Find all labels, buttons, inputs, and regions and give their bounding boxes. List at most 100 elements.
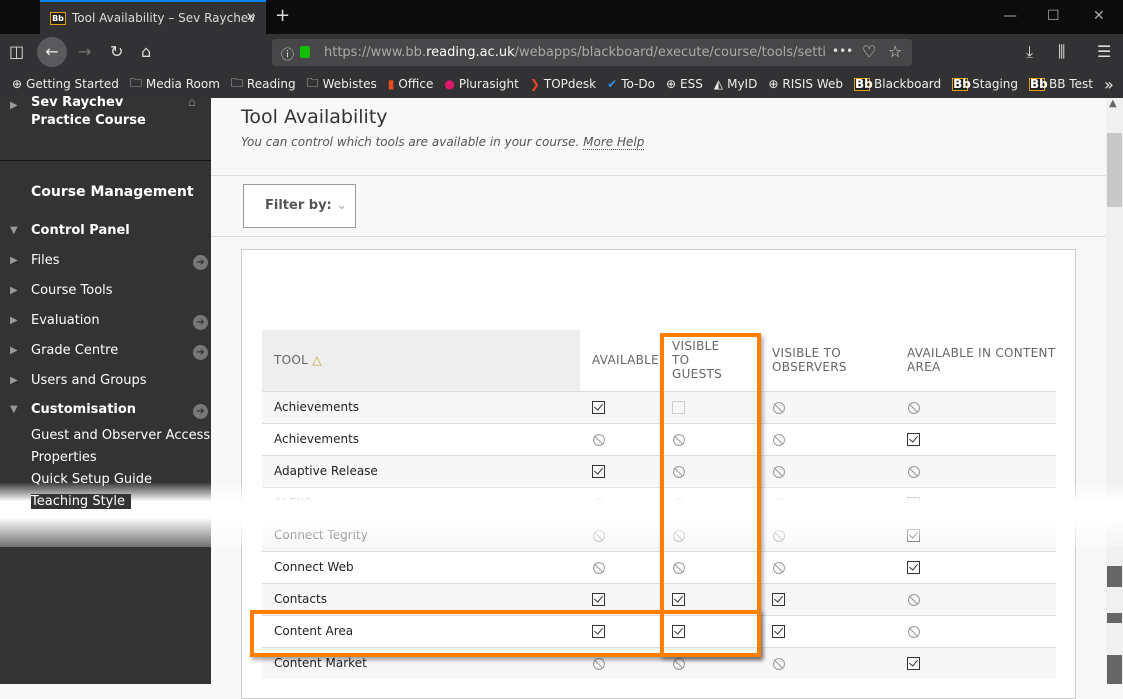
arrow-circle-icon[interactable]: ➔ <box>193 255 208 270</box>
office-icon: ▮ <box>387 77 395 91</box>
header-content-area: AVAILABLE IN CONTENT AREA <box>907 346 1056 375</box>
globe-icon: ⊕ <box>665 77 677 91</box>
setting-cell <box>895 390 1056 423</box>
browser-tab[interactable]: Bb Tool Availability – Sev Raychev ✕ <box>40 0 266 34</box>
home-icon[interactable]: ⌂ <box>141 42 151 61</box>
sidebar-item-evaluation[interactable]: Evaluation <box>31 313 100 328</box>
bookmark-label: ESS <box>680 77 703 91</box>
star-icon[interactable]: ☆ <box>888 42 902 61</box>
library-icon[interactable]: ⫼ <box>1058 42 1065 62</box>
reload-icon[interactable]: ↻ <box>110 42 123 61</box>
setting-cell <box>895 646 1056 679</box>
myid-icon: ◭ <box>713 77 724 91</box>
checkbox[interactable] <box>907 657 920 671</box>
setting-cell <box>895 582 1056 615</box>
blackboard-icon: Bb <box>50 11 66 25</box>
sidebar-subitem-guest-observer[interactable]: Guest and Observer Access <box>31 428 210 443</box>
sidebar-subitem-teaching-style[interactable]: Teaching Style <box>31 494 131 509</box>
highlight-guests-column <box>660 333 761 657</box>
topdesk-icon: ❯ <box>529 77 540 91</box>
menu-icon[interactable]: ☰ <box>1097 42 1111 61</box>
checkbox[interactable] <box>907 433 920 446</box>
folder-icon: 🗀 <box>306 75 319 90</box>
bookmark-item[interactable]: ✔ To-Do <box>607 77 655 91</box>
collapse-icon[interactable]: ▼ <box>10 404 18 415</box>
checkbox[interactable] <box>592 401 605 414</box>
maximize-icon[interactable]: ☐ <box>1047 8 1060 24</box>
checkbox[interactable] <box>772 593 785 606</box>
control-panel[interactable]: Control Panel <box>31 223 130 238</box>
close-tab-icon[interactable]: ✕ <box>246 10 256 24</box>
header-tool[interactable]: TOOL △ <box>262 330 580 391</box>
tool-name: Connect Web <box>262 550 580 583</box>
checkbox[interactable] <box>907 561 920 574</box>
info-icon[interactable]: ⓘ <box>281 44 294 63</box>
setting-cell <box>760 646 895 679</box>
header-label: TOOL <box>274 353 309 368</box>
folder-icon: 🗀 <box>129 75 142 90</box>
more-icon[interactable]: ••• <box>832 44 853 58</box>
window-close-icon[interactable]: ✕ <box>1093 8 1105 24</box>
not-applicable-icon <box>593 657 605 670</box>
table-row: Achievements <box>262 390 1056 423</box>
filter-dropdown[interactable]: Filter by: ⌄ <box>243 184 356 228</box>
pocket-icon[interactable]: ♡ <box>862 42 876 61</box>
expand-icon[interactable]: ▶ <box>10 345 18 356</box>
arrow-circle-icon[interactable]: ➔ <box>193 404 208 419</box>
sidebar-item-grade-centre[interactable]: Grade Centre <box>31 343 118 358</box>
bookmark-item[interactable]: Bb Blackboard <box>854 77 941 91</box>
sidebar-item-course-tools[interactable]: Course Tools <box>31 283 113 298</box>
forward-icon[interactable]: → <box>78 42 91 61</box>
expand-icon[interactable]: ▶ <box>10 375 18 386</box>
not-applicable-icon <box>593 433 605 446</box>
checkbox[interactable] <box>772 625 785 638</box>
bookmark-label: Blackboard <box>874 77 942 91</box>
sidebar-item-customisation[interactable]: Customisation <box>31 402 136 417</box>
sidebar-item-users-groups[interactable]: Users and Groups <box>31 373 146 388</box>
bookmark-item[interactable]: ❯ TOPdesk <box>530 77 596 91</box>
expand-icon[interactable]: ▶ <box>10 285 18 296</box>
bookmark-item[interactable]: Bb Staging <box>952 77 1018 91</box>
bookmark-item[interactable]: ◭ MyID <box>714 77 757 91</box>
download-icon[interactable]: ⤓ <box>1026 42 1033 62</box>
home-icon[interactable]: ⌂ <box>188 95 196 109</box>
bookmark-item[interactable]: ● Plurasight <box>444 77 518 91</box>
checkbox[interactable] <box>592 465 605 478</box>
scrollbar-thumb[interactable] <box>1107 133 1122 207</box>
expand-icon[interactable]: ▶ <box>10 315 18 326</box>
sidebar-subitem-properties[interactable]: Properties <box>31 450 97 465</box>
sort-ascending-icon[interactable]: △ <box>312 353 322 367</box>
setting-cell <box>760 390 895 423</box>
setting-cell <box>895 422 1056 455</box>
arrow-circle-icon[interactable]: ➔ <box>193 345 208 360</box>
bookmark-item[interactable]: 🗀 Media Room <box>130 74 220 95</box>
expand-icon[interactable]: ▶ <box>10 255 18 266</box>
checkbox[interactable] <box>592 593 605 606</box>
not-applicable-icon <box>673 657 685 670</box>
bookmark-item[interactable]: 🗀 Reading <box>231 74 296 95</box>
bookmark-item[interactable]: Bb BB Test <box>1029 77 1093 91</box>
course-title[interactable]: Sev Raychev Practice Course <box>31 94 181 130</box>
back-icon[interactable]: ← <box>37 37 67 67</box>
url-bar[interactable]: https://www.bb.reading.ac.uk/webapps/bla… <box>272 39 912 66</box>
bookmark-label: TOPdesk <box>543 77 597 91</box>
more-help-link[interactable]: More Help <box>583 135 645 150</box>
course-menu: ▶ Sev Raychev Practice Course ⌂ Course M… <box>0 95 211 684</box>
filter-bar: Filter by: ⌄ <box>211 175 1106 237</box>
sidebar-toggle-icon[interactable]: ◫ <box>9 42 24 61</box>
new-tab-icon[interactable]: + <box>275 5 290 26</box>
minimize-icon[interactable]: — <box>1003 8 1017 24</box>
sidebar-item-files[interactable]: Files <box>31 253 60 268</box>
bookmark-item[interactable]: ⊕ ESS <box>666 77 703 91</box>
scroll-up-icon[interactable]: ▲ <box>1109 98 1117 109</box>
bookmark-item[interactable]: ⊕ RISIS Web <box>768 77 843 91</box>
arrow-circle-icon[interactable]: ➔ <box>193 315 208 330</box>
bookmark-item[interactable]: 🗀 Webistes <box>307 74 377 95</box>
bookmark-label: Getting Started <box>26 77 119 91</box>
bookmark-item[interactable]: ▮ Office <box>388 77 434 91</box>
bookmark-item[interactable]: ⊕ Getting Started <box>12 77 119 91</box>
collapse-icon[interactable]: ▼ <box>10 225 18 236</box>
more-bookmarks-icon[interactable]: » <box>1104 75 1114 94</box>
subtitle-text: You can control which tools are availabl… <box>241 135 580 149</box>
scrollbar[interactable]: ▲ <box>1106 98 1123 684</box>
